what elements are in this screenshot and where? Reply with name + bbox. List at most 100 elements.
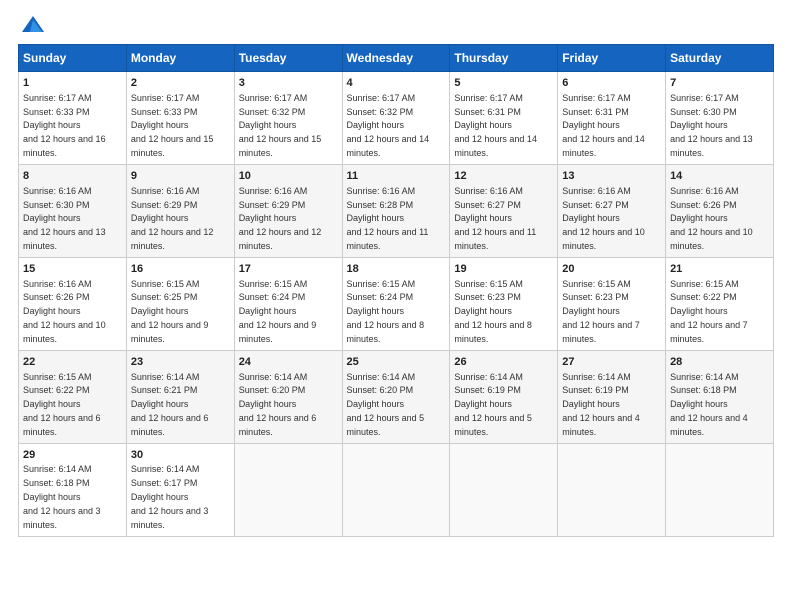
calendar-cell: 20 Sunrise: 6:15 AMSunset: 6:23 PMDayligh… xyxy=(558,257,666,350)
day-number: 10 xyxy=(239,169,338,184)
page: SundayMondayTuesdayWednesdayThursdayFrid… xyxy=(0,0,792,612)
header xyxy=(18,18,774,36)
day-info: Sunrise: 6:16 AMSunset: 6:29 PMDaylight … xyxy=(239,186,322,251)
day-info: Sunrise: 6:14 AMSunset: 6:18 PMDaylight … xyxy=(670,372,748,437)
calendar-cell: 19Sunrise: 6:15 AMSunset: 6:23 PMDayligh… xyxy=(450,257,558,350)
calendar-cell: 23 Sunrise: 6:14 AMSunset: 6:21 PMDayligh… xyxy=(126,350,234,443)
col-header-sunday: Sunday xyxy=(19,45,127,72)
logo xyxy=(18,18,46,36)
day-number: 20 xyxy=(562,262,661,277)
calendar-cell: 12Sunrise: 6:16 AMSunset: 6:27 PMDayligh… xyxy=(450,164,558,257)
day-number: 27 xyxy=(562,355,661,370)
calendar-cell: 17Sunrise: 6:15 AMSunset: 6:24 PMDayligh… xyxy=(234,257,342,350)
day-number: 7 xyxy=(670,76,769,91)
day-number: 23 xyxy=(131,355,230,370)
week-row-4: 22 Sunrise: 6:15 AMSunset: 6:22 PMDayligh… xyxy=(19,350,774,443)
day-info: Sunrise: 6:15 AMSunset: 6:23 PMDaylight … xyxy=(562,279,640,344)
calendar-cell: 16 Sunrise: 6:15 AMSunset: 6:25 PMDayligh… xyxy=(126,257,234,350)
day-number: 28 xyxy=(670,355,769,370)
day-number: 4 xyxy=(347,76,446,91)
day-number: 6 xyxy=(562,76,661,91)
calendar-cell: 8Sunrise: 6:16 AMSunset: 6:30 PMDaylight… xyxy=(19,164,127,257)
day-number: 8 xyxy=(23,169,122,184)
calendar-cell: 4 Sunrise: 6:17 AMSunset: 6:32 PMDaylight… xyxy=(342,72,450,165)
week-row-1: 1 Sunrise: 6:17 AMSunset: 6:33 PMDaylight… xyxy=(19,72,774,165)
calendar-cell: 22 Sunrise: 6:15 AMSunset: 6:22 PMDayligh… xyxy=(19,350,127,443)
day-number: 5 xyxy=(454,76,553,91)
calendar-cell: 27 Sunrise: 6:14 AMSunset: 6:19 PMDayligh… xyxy=(558,350,666,443)
col-header-friday: Friday xyxy=(558,45,666,72)
day-info: Sunrise: 6:17 AMSunset: 6:31 PMDaylight … xyxy=(562,93,645,158)
day-number: 18 xyxy=(347,262,446,277)
calendar-cell: 5Sunrise: 6:17 AMSunset: 6:31 PMDaylight… xyxy=(450,72,558,165)
day-info: Sunrise: 6:16 AMSunset: 6:27 PMDaylight … xyxy=(562,186,645,251)
day-number: 26 xyxy=(454,355,553,370)
calendar-cell: 11 Sunrise: 6:16 AMSunset: 6:28 PMDayligh… xyxy=(342,164,450,257)
day-number: 1 xyxy=(23,76,122,91)
day-info: Sunrise: 6:15 AMSunset: 6:25 PMDaylight … xyxy=(131,279,209,344)
day-number: 24 xyxy=(239,355,338,370)
calendar-cell: 24 Sunrise: 6:14 AMSunset: 6:20 PMDayligh… xyxy=(234,350,342,443)
day-number: 3 xyxy=(239,76,338,91)
day-info: Sunrise: 6:14 AMSunset: 6:20 PMDaylight … xyxy=(347,372,425,437)
day-number: 11 xyxy=(347,169,446,184)
day-info: Sunrise: 6:14 AMSunset: 6:20 PMDaylight … xyxy=(239,372,317,437)
col-header-tuesday: Tuesday xyxy=(234,45,342,72)
day-number: 2 xyxy=(131,76,230,91)
day-number: 29 xyxy=(23,448,122,463)
calendar-cell xyxy=(666,443,774,536)
day-info: Sunrise: 6:17 AMSunset: 6:32 PMDaylight … xyxy=(239,93,322,158)
calendar-cell xyxy=(234,443,342,536)
day-number: 25 xyxy=(347,355,446,370)
day-number: 19 xyxy=(454,262,553,277)
calendar-cell: 9Sunrise: 6:16 AMSunset: 6:29 PMDaylight… xyxy=(126,164,234,257)
calendar-cell: 1 Sunrise: 6:17 AMSunset: 6:33 PMDaylight… xyxy=(19,72,127,165)
col-header-monday: Monday xyxy=(126,45,234,72)
calendar-cell: 13 Sunrise: 6:16 AMSunset: 6:27 PMDayligh… xyxy=(558,164,666,257)
day-number: 16 xyxy=(131,262,230,277)
col-header-thursday: Thursday xyxy=(450,45,558,72)
day-info: Sunrise: 6:15 AMSunset: 6:24 PMDaylight … xyxy=(347,279,425,344)
header-row: SundayMondayTuesdayWednesdayThursdayFrid… xyxy=(19,45,774,72)
calendar-cell: 21Sunrise: 6:15 AMSunset: 6:22 PMDayligh… xyxy=(666,257,774,350)
calendar-cell: 6 Sunrise: 6:17 AMSunset: 6:31 PMDaylight… xyxy=(558,72,666,165)
day-info: Sunrise: 6:14 AMSunset: 6:18 PMDaylight … xyxy=(23,464,101,529)
day-number: 30 xyxy=(131,448,230,463)
day-number: 13 xyxy=(562,169,661,184)
calendar-cell: 18 Sunrise: 6:15 AMSunset: 6:24 PMDayligh… xyxy=(342,257,450,350)
day-info: Sunrise: 6:15 AMSunset: 6:22 PMDaylight … xyxy=(670,279,748,344)
calendar-cell xyxy=(558,443,666,536)
calendar-cell xyxy=(342,443,450,536)
day-info: Sunrise: 6:14 AMSunset: 6:19 PMDaylight … xyxy=(454,372,532,437)
day-info: Sunrise: 6:17 AMSunset: 6:33 PMDaylight … xyxy=(131,93,214,158)
day-info: Sunrise: 6:15 AMSunset: 6:24 PMDaylight … xyxy=(239,279,317,344)
col-header-wednesday: Wednesday xyxy=(342,45,450,72)
day-info: Sunrise: 6:16 AMSunset: 6:28 PMDaylight … xyxy=(347,186,429,251)
day-number: 15 xyxy=(23,262,122,277)
day-info: Sunrise: 6:17 AMSunset: 6:33 PMDaylight … xyxy=(23,93,106,158)
calendar-cell: 2 Sunrise: 6:17 AMSunset: 6:33 PMDaylight… xyxy=(126,72,234,165)
day-info: Sunrise: 6:15 AMSunset: 6:22 PMDaylight … xyxy=(23,372,101,437)
day-info: Sunrise: 6:16 AMSunset: 6:26 PMDaylight … xyxy=(23,279,106,344)
day-info: Sunrise: 6:14 AMSunset: 6:21 PMDaylight … xyxy=(131,372,209,437)
day-info: Sunrise: 6:17 AMSunset: 6:32 PMDaylight … xyxy=(347,93,430,158)
calendar-cell: 14 Sunrise: 6:16 AMSunset: 6:26 PMDayligh… xyxy=(666,164,774,257)
day-info: Sunrise: 6:16 AMSunset: 6:27 PMDaylight … xyxy=(454,186,536,251)
calendar-cell: 25 Sunrise: 6:14 AMSunset: 6:20 PMDayligh… xyxy=(342,350,450,443)
calendar-cell: 7 Sunrise: 6:17 AMSunset: 6:30 PMDaylight… xyxy=(666,72,774,165)
day-number: 14 xyxy=(670,169,769,184)
week-row-2: 8Sunrise: 6:16 AMSunset: 6:30 PMDaylight… xyxy=(19,164,774,257)
calendar-cell: 26 Sunrise: 6:14 AMSunset: 6:19 PMDayligh… xyxy=(450,350,558,443)
logo-icon xyxy=(20,14,46,36)
week-row-5: 29Sunrise: 6:14 AMSunset: 6:18 PMDayligh… xyxy=(19,443,774,536)
day-number: 9 xyxy=(131,169,230,184)
day-info: Sunrise: 6:17 AMSunset: 6:30 PMDaylight … xyxy=(670,93,753,158)
day-info: Sunrise: 6:16 AMSunset: 6:26 PMDaylight … xyxy=(670,186,753,251)
calendar-cell: 30Sunrise: 6:14 AMSunset: 6:17 PMDayligh… xyxy=(126,443,234,536)
col-header-saturday: Saturday xyxy=(666,45,774,72)
day-number: 22 xyxy=(23,355,122,370)
calendar-table: SundayMondayTuesdayWednesdayThursdayFrid… xyxy=(18,44,774,537)
calendar-cell: 3 Sunrise: 6:17 AMSunset: 6:32 PMDaylight… xyxy=(234,72,342,165)
day-info: Sunrise: 6:14 AMSunset: 6:19 PMDaylight … xyxy=(562,372,640,437)
calendar-cell: 29Sunrise: 6:14 AMSunset: 6:18 PMDayligh… xyxy=(19,443,127,536)
